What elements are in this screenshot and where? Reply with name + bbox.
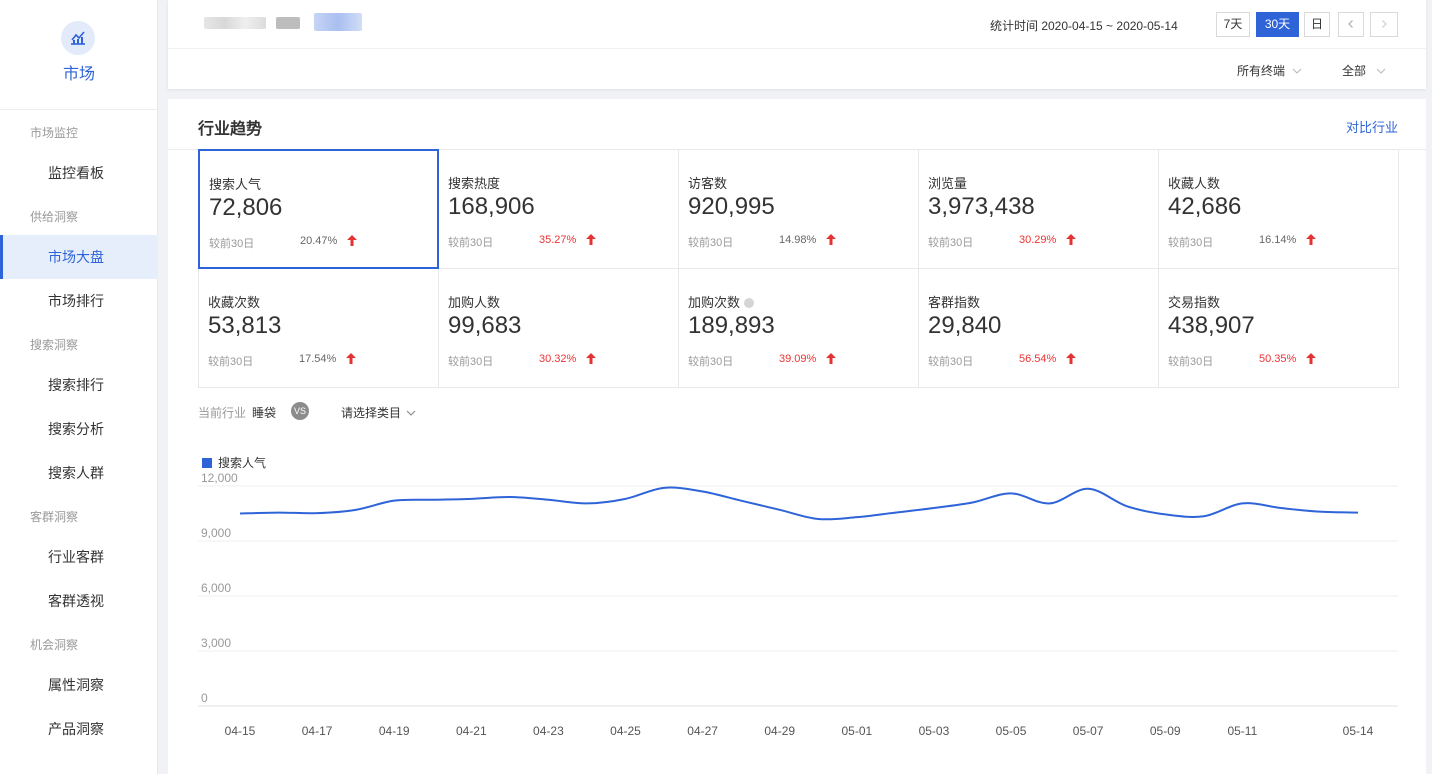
- industry-trend-card: 行业趋势 对比行业 搜索人气 72,806 较前30日 20.47% 搜索热度 168,9…: [168, 99, 1426, 774]
- chevron-right-icon: [1382, 20, 1387, 28]
- sidebar-item-search-analysis[interactable]: 搜索分析: [0, 407, 158, 451]
- header-bar: 统计时间 2020-04-15 ~ 2020-05-14 7天 30天 日 所有…: [168, 0, 1426, 89]
- terminal-filter-label: 所有终端: [1237, 64, 1286, 78]
- sidebar-item-market-ranking[interactable]: 市场排行: [0, 279, 158, 323]
- x-tick-label: 04-15: [225, 724, 256, 738]
- metric-value: 72,806: [209, 194, 283, 221]
- nav-group-opportunity-insight: 机会洞察: [30, 638, 79, 652]
- range-30d-button[interactable]: 30天: [1256, 12, 1299, 37]
- range-7d-button[interactable]: 7天: [1216, 12, 1250, 37]
- chevron-left-icon: [1348, 20, 1353, 28]
- nav-group-customer-insight: 客群洞察: [30, 510, 79, 524]
- y-tick-label: 12,000: [201, 471, 238, 485]
- sidebar-item-attribute-insight[interactable]: 属性洞察: [0, 663, 158, 707]
- chevron-down-icon: [1292, 68, 1302, 74]
- arrow-up-icon: [347, 235, 357, 249]
- sidebar-item-search-ranking[interactable]: 搜索排行: [0, 363, 158, 407]
- y-tick-label: 0: [201, 691, 208, 705]
- sidebar-logo-label: 市场: [62, 66, 95, 83]
- x-tick-label: 05-14: [1343, 724, 1374, 738]
- chevron-down-icon: [1376, 68, 1386, 74]
- x-tick-label: 05-01: [841, 724, 872, 738]
- nav-group-search-insight: 搜索洞察: [30, 338, 79, 352]
- x-tick-label: 04-23: [533, 724, 564, 738]
- x-tick-label: 05-05: [996, 724, 1027, 738]
- prev-period-button[interactable]: [1338, 12, 1364, 37]
- terminal-filter[interactable]: 所有终端: [1237, 62, 1302, 79]
- sidebar-logo[interactable]: 市场: [0, 0, 158, 110]
- x-tick-label: 04-19: [379, 724, 410, 738]
- x-tick-label: 05-07: [1073, 724, 1104, 738]
- nav-group-supply-insight: 供给洞察: [30, 210, 79, 224]
- nav-group-market-monitor: 市场监控: [30, 126, 79, 140]
- sidebar-item-search-crowd[interactable]: 搜索人群: [0, 451, 158, 495]
- y-tick-label: 9,000: [201, 526, 231, 540]
- sidebar-item-monitor-board[interactable]: 监控看板: [0, 151, 158, 195]
- header-divider: [168, 48, 1426, 49]
- sidebar-item-industry-customers[interactable]: 行业客群: [0, 535, 158, 579]
- y-tick-label: 6,000: [201, 581, 231, 595]
- x-tick-label: 04-17: [302, 724, 333, 738]
- x-tick-label: 04-21: [456, 724, 487, 738]
- x-tick-label: 04-25: [610, 724, 641, 738]
- range-day-button[interactable]: 日: [1304, 12, 1330, 37]
- next-period-button[interactable]: [1370, 12, 1398, 37]
- y-tick-label: 3,000: [201, 636, 231, 650]
- metric-change-pct: 20.47%: [300, 235, 338, 247]
- x-tick-label: 04-29: [764, 724, 795, 738]
- metric-label: 搜索人气: [209, 177, 262, 192]
- metric-compare-label: 较前30日: [209, 238, 255, 250]
- x-tick-label: 05-03: [919, 724, 950, 738]
- scope-filter-label: 全部: [1342, 64, 1367, 78]
- scope-filter[interactable]: 全部: [1342, 62, 1386, 79]
- sidebar-item-customer-perspective[interactable]: 客群透视: [0, 579, 158, 623]
- series-line-search-popularity: [239, 486, 1359, 521]
- sidebar: 市场 市场监控 监控看板 供给洞察 市场大盘 市场排行 搜索洞察 搜索排行 搜索…: [0, 0, 158, 774]
- metric-card[interactable]: 搜索人气 72,806 较前30日 20.47%: [198, 149, 439, 269]
- market-chart-icon: [61, 21, 95, 55]
- sidebar-item-product-insight[interactable]: 产品洞察: [0, 707, 158, 751]
- stat-time-range: 统计时间 2020-04-15 ~ 2020-05-14: [990, 19, 1178, 33]
- x-tick-label: 05-09: [1150, 724, 1181, 738]
- sidebar-item-market-overview[interactable]: 市场大盘: [0, 235, 158, 279]
- x-tick-label: 04-27: [687, 724, 718, 738]
- x-tick-label: 05-11: [1227, 724, 1257, 738]
